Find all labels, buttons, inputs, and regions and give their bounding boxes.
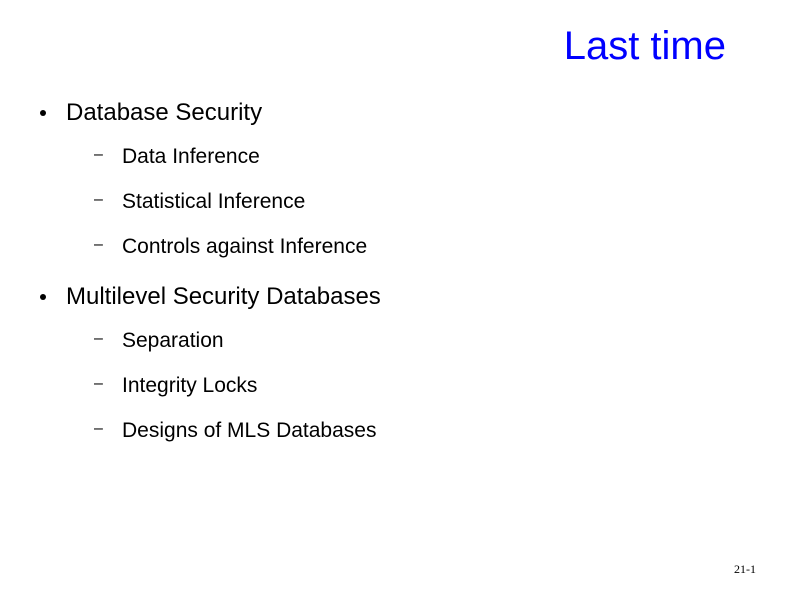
disc-bullet-icon — [40, 294, 46, 300]
bullet-label: Database Security — [66, 98, 262, 128]
sub-label: Data Inference — [122, 144, 260, 169]
dash-bullet-icon: – — [94, 329, 106, 348]
sub-list: – Separation – Integrity Locks – Designs… — [40, 328, 754, 444]
slide-title: Last time — [564, 24, 726, 69]
slide-content: Database Security – Data Inference – Sta… — [40, 98, 754, 465]
dash-bullet-icon: – — [94, 190, 106, 209]
sub-list: – Data Inference – Statistical Inference… — [40, 144, 754, 260]
bullet-label: Multilevel Security Databases — [66, 282, 381, 312]
dash-bullet-icon: – — [94, 235, 106, 254]
sub-item: – Separation — [94, 328, 754, 353]
bullet-item: Multilevel Security Databases — [40, 282, 754, 312]
sub-label: Designs of MLS Databases — [122, 418, 376, 443]
sub-label: Controls against Inference — [122, 234, 367, 259]
sub-item: – Designs of MLS Databases — [94, 418, 754, 443]
disc-bullet-icon — [40, 110, 46, 116]
sub-item: – Integrity Locks — [94, 373, 754, 398]
sub-item: – Data Inference — [94, 144, 754, 169]
sub-label: Separation — [122, 328, 224, 353]
sub-item: – Statistical Inference — [94, 189, 754, 214]
sub-label: Statistical Inference — [122, 189, 305, 214]
slide: Last time Database Security – Data Infer… — [0, 0, 794, 595]
sub-label: Integrity Locks — [122, 373, 257, 398]
page-number: 21-1 — [734, 562, 756, 577]
dash-bullet-icon: – — [94, 419, 106, 438]
sub-item: – Controls against Inference — [94, 234, 754, 259]
dash-bullet-icon: – — [94, 145, 106, 164]
dash-bullet-icon: – — [94, 374, 106, 393]
bullet-item: Database Security — [40, 98, 754, 128]
